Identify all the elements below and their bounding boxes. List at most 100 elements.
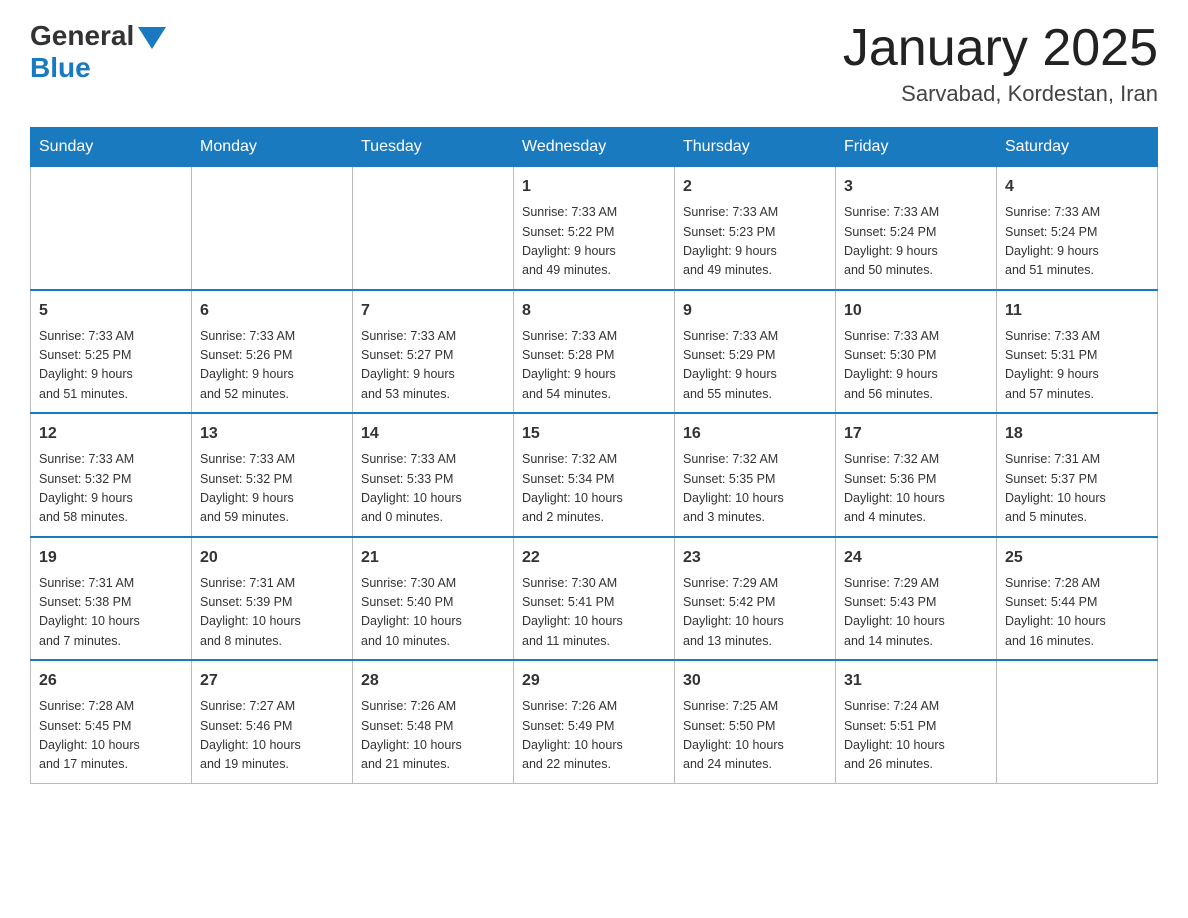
calendar-cell xyxy=(192,167,353,290)
calendar-week-row: 12 Sunrise: 7:33 AM Sunset: 5:32 PM Dayli… xyxy=(31,413,1158,537)
day-number: 22 xyxy=(522,546,666,570)
calendar-cell: 28Sunrise: 7:26 AM Sunset: 5:48 PM Dayli… xyxy=(353,660,514,783)
calendar-cell: 18Sunrise: 7:31 AM Sunset: 5:37 PM Dayli… xyxy=(997,413,1158,537)
day-number: 20 xyxy=(200,546,344,570)
day-info: Sunrise: 7:24 AM Sunset: 5:51 PM Dayligh… xyxy=(844,697,988,775)
title-block: January 2025 Sarvabad, Kordestan, Iran xyxy=(843,20,1158,107)
calendar-cell: 3 Sunrise: 7:33 AM Sunset: 5:24 PM Daylig… xyxy=(836,167,997,290)
weekday-header-wednesday: Wednesday xyxy=(514,128,675,167)
day-number: 30 xyxy=(683,669,827,693)
day-info: Sunrise: 7:33 AM Sunset: 5:23 PM Dayligh… xyxy=(683,203,827,281)
calendar-cell: 4 Sunrise: 7:33 AM Sunset: 5:24 PM Daylig… xyxy=(997,167,1158,290)
day-info: Sunrise: 7:25 AM Sunset: 5:50 PM Dayligh… xyxy=(683,697,827,775)
weekday-header-row: SundayMondayTuesdayWednesdayThursdayFrid… xyxy=(31,128,1158,167)
day-info: Sunrise: 7:30 AM Sunset: 5:41 PM Dayligh… xyxy=(522,574,666,652)
day-number: 21 xyxy=(361,546,505,570)
calendar-cell: 8 Sunrise: 7:33 AM Sunset: 5:28 PM Daylig… xyxy=(514,290,675,414)
day-info: Sunrise: 7:33 AM Sunset: 5:31 PM Dayligh… xyxy=(1005,327,1149,405)
calendar-cell: 6 Sunrise: 7:33 AM Sunset: 5:26 PM Daylig… xyxy=(192,290,353,414)
day-info: Sunrise: 7:32 AM Sunset: 5:36 PM Dayligh… xyxy=(844,450,988,528)
calendar-cell: 12 Sunrise: 7:33 AM Sunset: 5:32 PM Dayli… xyxy=(31,413,192,537)
day-info: Sunrise: 7:33 AM Sunset: 5:26 PM Dayligh… xyxy=(200,327,344,405)
calendar-cell xyxy=(997,660,1158,783)
day-number: 12 xyxy=(39,422,183,446)
calendar-cell: 16 Sunrise: 7:32 AM Sunset: 5:35 PM Dayli… xyxy=(675,413,836,537)
calendar-week-row: 5 Sunrise: 7:33 AM Sunset: 5:25 PM Daylig… xyxy=(31,290,1158,414)
day-number: 17 xyxy=(844,422,988,446)
day-info: Sunrise: 7:26 AM Sunset: 5:49 PM Dayligh… xyxy=(522,697,666,775)
day-info: Sunrise: 7:33 AM Sunset: 5:33 PM Dayligh… xyxy=(361,450,505,528)
page-header: General Blue January 2025 Sarvabad, Kord… xyxy=(30,20,1158,107)
day-number: 9 xyxy=(683,299,827,323)
day-info: Sunrise: 7:33 AM Sunset: 5:25 PM Dayligh… xyxy=(39,327,183,405)
day-info: Sunrise: 7:30 AM Sunset: 5:40 PM Dayligh… xyxy=(361,574,505,652)
day-number: 10 xyxy=(844,299,988,323)
calendar-body: 1Sunrise: 7:33 AM Sunset: 5:22 PM Daylig… xyxy=(31,167,1158,784)
calendar-cell: 21 Sunrise: 7:30 AM Sunset: 5:40 PM Dayli… xyxy=(353,537,514,661)
day-info: Sunrise: 7:33 AM Sunset: 5:28 PM Dayligh… xyxy=(522,327,666,405)
day-info: Sunrise: 7:33 AM Sunset: 5:22 PM Dayligh… xyxy=(522,203,666,281)
weekday-header-saturday: Saturday xyxy=(997,128,1158,167)
calendar-cell xyxy=(353,167,514,290)
calendar-cell: 2 Sunrise: 7:33 AM Sunset: 5:23 PM Daylig… xyxy=(675,167,836,290)
calendar-cell: 30 Sunrise: 7:25 AM Sunset: 5:50 PM Dayli… xyxy=(675,660,836,783)
day-info: Sunrise: 7:31 AM Sunset: 5:38 PM Dayligh… xyxy=(39,574,183,652)
calendar-cell: 31 Sunrise: 7:24 AM Sunset: 5:51 PM Dayli… xyxy=(836,660,997,783)
calendar-week-row: 1Sunrise: 7:33 AM Sunset: 5:22 PM Daylig… xyxy=(31,167,1158,290)
day-number: 29 xyxy=(522,669,666,693)
calendar-cell: 5 Sunrise: 7:33 AM Sunset: 5:25 PM Daylig… xyxy=(31,290,192,414)
day-number: 16 xyxy=(683,422,827,446)
weekday-header-monday: Monday xyxy=(192,128,353,167)
calendar-cell: 27 Sunrise: 7:27 AM Sunset: 5:46 PM Dayli… xyxy=(192,660,353,783)
calendar-cell: 23Sunrise: 7:29 AM Sunset: 5:42 PM Dayli… xyxy=(675,537,836,661)
day-info: Sunrise: 7:32 AM Sunset: 5:34 PM Dayligh… xyxy=(522,450,666,528)
calendar-cell: 26Sunrise: 7:28 AM Sunset: 5:45 PM Dayli… xyxy=(31,660,192,783)
day-number: 5 xyxy=(39,299,183,323)
day-number: 3 xyxy=(844,175,988,199)
day-info: Sunrise: 7:33 AM Sunset: 5:29 PM Dayligh… xyxy=(683,327,827,405)
day-info: Sunrise: 7:26 AM Sunset: 5:48 PM Dayligh… xyxy=(361,697,505,775)
calendar-cell: 10 Sunrise: 7:33 AM Sunset: 5:30 PM Dayli… xyxy=(836,290,997,414)
calendar-cell: 24Sunrise: 7:29 AM Sunset: 5:43 PM Dayli… xyxy=(836,537,997,661)
day-info: Sunrise: 7:33 AM Sunset: 5:27 PM Dayligh… xyxy=(361,327,505,405)
day-number: 15 xyxy=(522,422,666,446)
day-number: 8 xyxy=(522,299,666,323)
day-number: 27 xyxy=(200,669,344,693)
day-number: 2 xyxy=(683,175,827,199)
calendar-cell: 25Sunrise: 7:28 AM Sunset: 5:44 PM Dayli… xyxy=(997,537,1158,661)
calendar-cell xyxy=(31,167,192,290)
weekday-header-friday: Friday xyxy=(836,128,997,167)
day-info: Sunrise: 7:27 AM Sunset: 5:46 PM Dayligh… xyxy=(200,697,344,775)
day-info: Sunrise: 7:29 AM Sunset: 5:43 PM Dayligh… xyxy=(844,574,988,652)
logo-blue-text: Blue xyxy=(30,52,91,84)
calendar-cell: 15 Sunrise: 7:32 AM Sunset: 5:34 PM Dayli… xyxy=(514,413,675,537)
day-number: 7 xyxy=(361,299,505,323)
weekday-header-tuesday: Tuesday xyxy=(353,128,514,167)
day-number: 6 xyxy=(200,299,344,323)
day-info: Sunrise: 7:31 AM Sunset: 5:39 PM Dayligh… xyxy=(200,574,344,652)
calendar-cell: 11Sunrise: 7:33 AM Sunset: 5:31 PM Dayli… xyxy=(997,290,1158,414)
day-info: Sunrise: 7:33 AM Sunset: 5:24 PM Dayligh… xyxy=(1005,203,1149,281)
day-number: 4 xyxy=(1005,175,1149,199)
day-number: 26 xyxy=(39,669,183,693)
day-info: Sunrise: 7:33 AM Sunset: 5:30 PM Dayligh… xyxy=(844,327,988,405)
day-number: 31 xyxy=(844,669,988,693)
day-info: Sunrise: 7:32 AM Sunset: 5:35 PM Dayligh… xyxy=(683,450,827,528)
day-number: 25 xyxy=(1005,546,1149,570)
day-info: Sunrise: 7:33 AM Sunset: 5:32 PM Dayligh… xyxy=(39,450,183,528)
calendar-cell: 22 Sunrise: 7:30 AM Sunset: 5:41 PM Dayli… xyxy=(514,537,675,661)
day-info: Sunrise: 7:31 AM Sunset: 5:37 PM Dayligh… xyxy=(1005,450,1149,528)
calendar-cell: 20 Sunrise: 7:31 AM Sunset: 5:39 PM Dayli… xyxy=(192,537,353,661)
calendar-table: SundayMondayTuesdayWednesdayThursdayFrid… xyxy=(30,127,1158,784)
weekday-header-sunday: Sunday xyxy=(31,128,192,167)
calendar-cell: 9 Sunrise: 7:33 AM Sunset: 5:29 PM Daylig… xyxy=(675,290,836,414)
calendar-week-row: 26Sunrise: 7:28 AM Sunset: 5:45 PM Dayli… xyxy=(31,660,1158,783)
logo-triangle-icon xyxy=(138,27,166,49)
day-info: Sunrise: 7:33 AM Sunset: 5:24 PM Dayligh… xyxy=(844,203,988,281)
day-number: 19 xyxy=(39,546,183,570)
day-number: 13 xyxy=(200,422,344,446)
calendar-cell: 1Sunrise: 7:33 AM Sunset: 5:22 PM Daylig… xyxy=(514,167,675,290)
logo: General Blue xyxy=(30,20,166,84)
logo-general-text: General xyxy=(30,20,134,52)
day-number: 14 xyxy=(361,422,505,446)
